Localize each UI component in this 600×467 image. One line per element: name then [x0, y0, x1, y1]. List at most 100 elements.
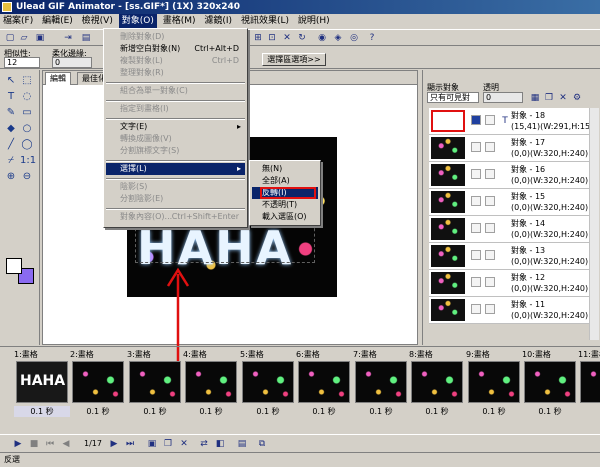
submenu-item-all[interactable]: 全部(A) — [252, 175, 318, 187]
cut-icon[interactable]: ✕ — [281, 32, 293, 44]
frame-thumbnail[interactable]: 8:畫格 0.1 秒 — [409, 349, 465, 421]
marquee-icon[interactable]: ⬚ — [20, 74, 34, 88]
menu-item-convert-to-image[interactable]: 轉換成圖像(V) — [106, 133, 245, 145]
delete-frame-icon[interactable]: ✕ — [178, 438, 190, 450]
menu-object[interactable]: 對象(O) — [118, 14, 157, 28]
lock-toggle[interactable] — [485, 304, 495, 314]
visibility-toggle[interactable] — [471, 115, 481, 125]
frame-thumbnail[interactable]: 7:畫格 0.1 秒 — [353, 349, 409, 421]
object-list-scrollbar[interactable] — [589, 108, 599, 340]
menu-item-merge-objects[interactable]: 組合為單一對象(C) — [106, 85, 245, 97]
lock-toggle[interactable] — [485, 196, 495, 206]
submenu-item-opaque[interactable]: 不透明(T) — [252, 199, 318, 211]
stop-icon[interactable]: ■ — [28, 438, 40, 450]
lock-toggle[interactable] — [485, 115, 495, 125]
help-icon[interactable]: ? — [366, 32, 378, 44]
prev-frame-icon[interactable]: ◀ — [60, 438, 72, 450]
browser-icon[interactable]: ◈ — [332, 32, 344, 44]
menu-item-shadow[interactable]: 陰影(S) — [106, 181, 245, 193]
feather-input[interactable]: 0 — [52, 57, 92, 68]
frame-thumbnail[interactable]: 1:畫格 HAHA 0.1 秒 — [14, 349, 70, 421]
zoom-out-icon[interactable]: ⊖ — [20, 170, 34, 184]
frame-props-icon[interactable]: ▤ — [236, 438, 248, 450]
menu-item-delete-object[interactable]: 刪除對象(D) — [106, 31, 245, 43]
rotate-icon[interactable]: ↻ — [296, 32, 308, 44]
menu-item-split-banner-text[interactable]: 分割旗標文字(S) — [106, 145, 245, 157]
object-row[interactable]: 對象 - 13 (0,0)(W:320,H:240) — [429, 243, 589, 270]
zoom-icon[interactable]: ⊕ — [4, 170, 18, 184]
menu-item-assign-to-frame[interactable]: 指定到畫格(I) — [106, 103, 245, 115]
menu-file[interactable]: 檔案(F) — [0, 14, 36, 28]
frame-thumbnail[interactable]: 11:畫格 — [578, 349, 600, 421]
lock-toggle[interactable] — [485, 223, 495, 233]
frame-thumbnail[interactable]: 4:畫格 0.1 秒 — [183, 349, 239, 421]
lock-toggle[interactable] — [485, 142, 495, 152]
frame-thumbnail[interactable]: 2:畫格 0.1 秒 — [70, 349, 126, 421]
menu-edit[interactable]: 編輯(E) — [39, 14, 76, 28]
line-icon[interactable]: ╱ — [4, 138, 18, 152]
lasso-icon[interactable]: ◌ — [20, 90, 34, 104]
menu-item-object-properties[interactable]: 對象內容(O)... Ctrl+Shift+Enter — [106, 211, 245, 223]
submenu-item-none[interactable]: 無(N) — [252, 163, 318, 175]
web-icon[interactable]: ◎ — [348, 32, 360, 44]
visibility-toggle[interactable] — [471, 304, 481, 314]
object-row[interactable]: 對象 - 12 (0,0)(W:320,H:240) — [429, 270, 589, 297]
frame-thumbnail[interactable]: 10:畫格 0.1 秒 — [522, 349, 578, 421]
first-frame-icon[interactable]: ⏮ — [44, 438, 56, 450]
tween-icon[interactable]: ⇄ — [198, 438, 210, 450]
object-row[interactable]: 對象 - 11 (0,0)(W:320,H:240) — [429, 297, 589, 324]
visibility-toggle[interactable] — [471, 196, 481, 206]
text-tool-icon[interactable]: T — [4, 90, 18, 104]
frame-thumbnail[interactable]: 9:畫格 0.1 秒 — [466, 349, 522, 421]
new-icon[interactable]: ▢ — [4, 32, 16, 44]
delete-icon[interactable]: ✕ — [557, 92, 569, 104]
visibility-toggle[interactable] — [471, 142, 481, 152]
settings-icon[interactable]: ⚙ — [571, 92, 583, 104]
scale-icon[interactable]: 1:1 — [20, 154, 36, 168]
menu-item-arrange-object[interactable]: 整理對象(R) — [106, 67, 245, 79]
crop-icon[interactable]: ⊞ — [252, 32, 264, 44]
lock-toggle[interactable] — [485, 250, 495, 260]
brush-icon[interactable]: ✎ — [4, 106, 18, 120]
menu-item-split-shadow[interactable]: 分割陰影(E) — [106, 193, 245, 205]
object-row[interactable]: T 對象 - 18 (15,41)(W:291,H:157 — [429, 108, 595, 135]
duplicate-frame-icon[interactable]: ❐ — [162, 438, 174, 450]
tab-edit[interactable]: 編輯 — [45, 72, 71, 85]
lock-toggle[interactable] — [485, 277, 495, 287]
ellipse-icon[interactable]: ◯ — [20, 138, 34, 152]
visibility-toggle[interactable] — [471, 277, 481, 287]
menu-frame[interactable]: 畫格(M) — [160, 14, 199, 28]
submenu-item-load-selection[interactable]: 載入選區(O) — [252, 211, 318, 223]
save-icon[interactable]: ▣ — [34, 32, 46, 44]
visibility-toggle[interactable] — [471, 169, 481, 179]
play-icon[interactable]: ▶ — [12, 438, 24, 450]
object-props-icon[interactable]: ▦ — [529, 92, 541, 104]
object-row[interactable]: 對象 - 17 (0,0)(W:320,H:240) — [429, 135, 589, 162]
lock-toggle[interactable] — [485, 169, 495, 179]
menu-view[interactable]: 檢視(V) — [79, 14, 116, 28]
object-row[interactable]: 對象 - 15 (0,0)(W:320,H:240) — [429, 189, 589, 216]
next-frame-icon[interactable]: ▶ — [108, 438, 120, 450]
visibility-toggle[interactable] — [471, 250, 481, 260]
eyedropper-icon[interactable]: ⌿ — [4, 154, 18, 168]
frame-icon[interactable]: ▤ — [80, 32, 92, 44]
shape-icon[interactable]: ○ — [20, 122, 34, 136]
globe-icon[interactable]: ◉ — [316, 32, 328, 44]
show-objects-select[interactable]: 只有可見對 — [427, 92, 479, 103]
frame-thumbnail[interactable]: 3:畫格 0.1 秒 — [127, 349, 183, 421]
banner-text-icon[interactable]: ◧ — [214, 438, 226, 450]
import-icon[interactable]: ⇥ — [62, 32, 74, 44]
duplicate-icon[interactable]: ❐ — [543, 92, 555, 104]
menu-item-duplicate-object[interactable]: 複製對象(L) Ctrl+D — [106, 55, 245, 67]
menu-video-effects[interactable]: 視訊效果(L) — [238, 14, 292, 28]
menu-filter[interactable]: 濾鏡(I) — [201, 14, 235, 28]
object-row[interactable]: 對象 - 16 (0,0)(W:320,H:240) — [429, 162, 589, 189]
selection-options-button[interactable]: 選擇區選項>> — [262, 53, 326, 66]
open-icon[interactable]: ▱ — [18, 32, 30, 44]
add-frame-icon[interactable]: ▣ — [146, 438, 158, 450]
visibility-toggle[interactable] — [471, 223, 481, 233]
opacity-input[interactable]: 0 — [483, 92, 523, 103]
menu-item-select[interactable]: 選擇(L) ▸ — [106, 163, 245, 175]
frame-thumbnail[interactable]: 6:畫格 0.1 秒 — [296, 349, 352, 421]
eraser-icon[interactable]: ▭ — [20, 106, 34, 120]
